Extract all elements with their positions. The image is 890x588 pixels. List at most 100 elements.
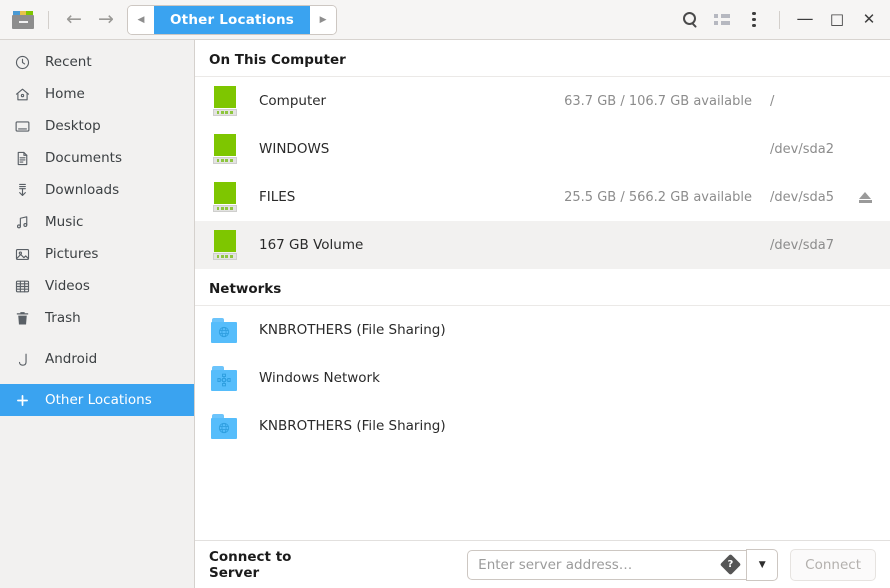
arrow-left-icon: ← [66,8,82,30]
locations-list: On This Computer Computer 63.7 GB / 106.7 … [195,40,890,540]
sidebar-item-label: Android [45,351,98,367]
drive-icon [212,182,238,212]
section-header: Networks [195,269,890,306]
close-icon: ✕ [862,10,876,28]
desktop-icon [14,118,31,135]
server-address-text: Enter server address… [478,556,633,573]
maximize-icon: □ [829,10,845,28]
sidebar-toggle-button[interactable] [8,6,38,34]
maximize-button[interactable]: □ [822,6,852,34]
row-icon [209,317,241,343]
drive-icon [212,134,238,164]
location-row[interactable]: FILES 25.5 GB / 566.2 GB available/dev/sd… [195,173,890,221]
sidebar-item-trash[interactable]: Trash [0,302,194,334]
location-name: FILES [259,189,296,205]
sidebar-item-label: Recent [45,54,92,70]
main-content: On This Computer Computer 63.7 GB / 106.7 … [195,40,890,588]
location-row[interactable]: 167 GB Volume/dev/sda7 [195,221,890,269]
chevron-down-icon: ▼ [758,559,766,570]
network-folder-nodes-icon [211,365,239,391]
location-name: KNBROTHERS (File Sharing) [259,418,446,434]
sidebar: Recent Home Desktop Documents Downloads Music… [0,40,195,588]
row-icon [209,134,241,164]
header-bar: ← → ◀ Other Locations ▶ — □ ✕ [0,0,890,40]
location-device-path: /dev/sda7 [770,237,834,253]
back-button[interactable]: ← [59,6,89,34]
header-right-controls: — □ ✕ [675,6,884,34]
path-scroll-left-button[interactable]: ◀ [128,5,154,34]
row-icon [209,413,241,439]
row-icon [209,86,241,116]
window-controls-divider [779,10,780,29]
location-row[interactable]: KNBROTHERS (File Sharing) [195,306,890,354]
menu-dots-icon [752,11,756,28]
search-button[interactable] [675,6,705,34]
connect-button[interactable]: Connect [790,548,876,581]
document-icon [14,150,31,167]
sidebar-item-label: Music [45,214,84,230]
chevron-left-icon: ◀ [137,14,145,25]
sidebar-item-android[interactable]: Android [0,343,194,375]
header-divider [48,10,49,29]
sidebar-item-label: Home [45,86,85,102]
plus-icon [14,392,31,409]
sidebar-item-label: Pictures [45,246,99,262]
sidebar-item-pictures[interactable]: Pictures [0,238,194,270]
location-name: WINDOWS [259,141,330,157]
row-icon [209,230,241,260]
server-address-group: Enter server address… ? ▼ Connect [467,548,876,581]
server-history-dropdown-button[interactable]: ▼ [746,548,779,581]
help-icon[interactable]: ? [720,553,742,576]
sidebar-item-home[interactable]: Home [0,78,194,110]
sidebar-item-other-locations[interactable]: Other Locations [0,384,194,416]
clock-icon [14,54,31,71]
arrow-right-icon: → [98,8,114,30]
sidebar-item-label: Desktop [45,118,101,134]
location-name: Windows Network [259,370,380,386]
menu-button[interactable] [739,6,769,34]
file-cabinet-icon [12,10,34,29]
location-row[interactable]: Windows Network [195,354,890,402]
eject-icon [858,191,872,204]
server-address-input[interactable]: Enter server address… ? [467,549,747,580]
path-scroll-right-button[interactable]: ▶ [310,5,337,34]
forward-button[interactable]: → [91,6,121,34]
location-free-space: 25.5 GB / 566.2 GB available [564,189,752,205]
connect-to-server-bar: Connect to Server Enter server address… … [195,540,890,588]
location-device-path: /dev/sda2 [770,141,834,157]
view-mode-button[interactable] [707,6,737,34]
download-icon [14,182,31,199]
minimize-button[interactable]: — [790,6,820,34]
location-row[interactable]: WINDOWS/dev/sda2 [195,125,890,173]
sidebar-item-desktop[interactable]: Desktop [0,110,194,142]
sidebar-item-label: Other Locations [45,392,152,408]
row-icon [209,365,241,391]
window-body: Recent Home Desktop Documents Downloads Music… [0,40,890,588]
sidebar-item-music[interactable]: Music [0,206,194,238]
file-manager-window: ← → ◀ Other Locations ▶ — □ ✕ Recent Hom… [0,0,890,588]
phone-icon [14,351,31,368]
home-icon [14,86,31,103]
sidebar-item-videos[interactable]: Videos [0,270,194,302]
sidebar-item-label: Videos [45,278,90,294]
sidebar-item-documents[interactable]: Documents [0,142,194,174]
close-button[interactable]: ✕ [854,6,884,34]
header-left-controls: ← → ◀ Other Locations ▶ [8,4,338,35]
connect-to-server-label: Connect to Server [209,548,292,581]
network-folder-globe-icon [211,317,239,343]
location-name: 167 GB Volume [259,237,364,253]
trash-icon [14,310,31,327]
row-icon [209,182,241,212]
breadcrumb-other-locations[interactable]: Other Locations [154,5,311,34]
sidebar-item-recent[interactable]: Recent [0,46,194,78]
picture-icon [14,246,31,263]
location-row[interactable]: KNBROTHERS (File Sharing) [195,402,890,450]
sidebar-item-downloads[interactable]: Downloads [0,174,194,206]
chevron-right-icon: ▶ [319,14,327,25]
video-icon [14,278,31,295]
location-row[interactable]: Computer 63.7 GB / 106.7 GB available / [195,77,890,125]
sidebar-item-label: Trash [45,310,81,326]
eject-button[interactable] [854,191,876,204]
